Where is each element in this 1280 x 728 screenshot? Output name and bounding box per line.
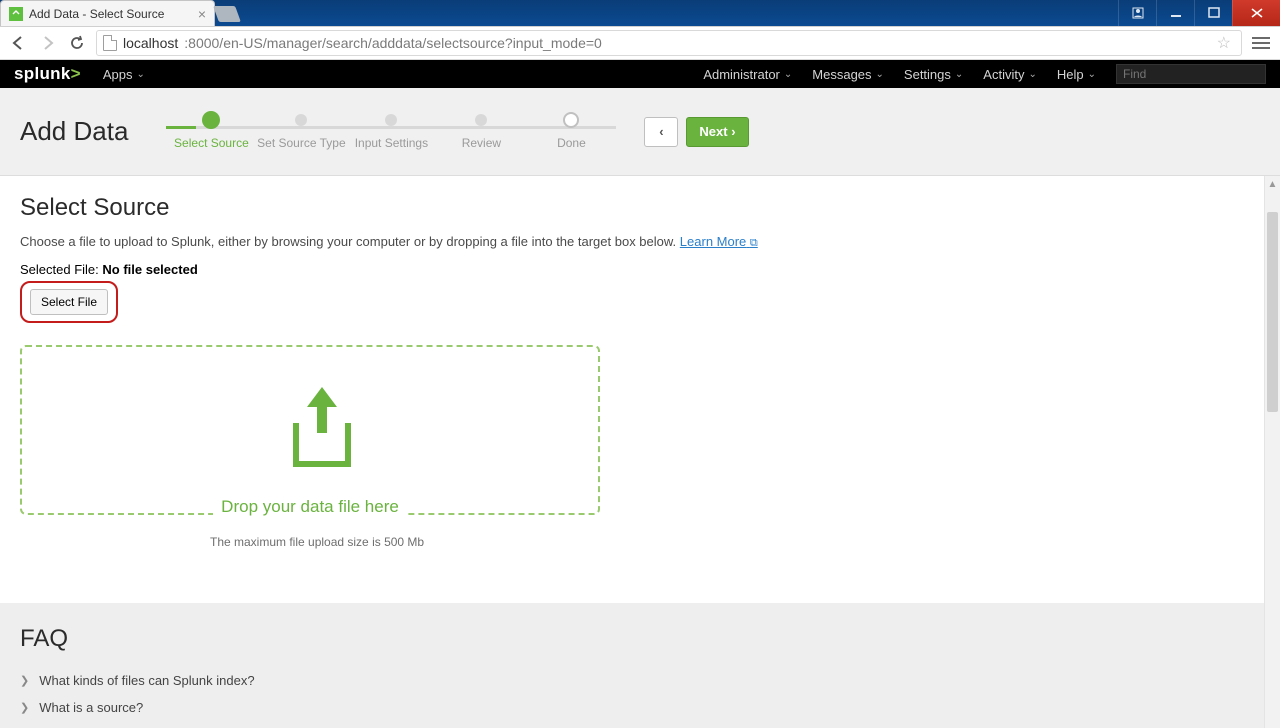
- window-maximize-button[interactable]: [1194, 0, 1232, 26]
- drop-text: Drop your data file here: [213, 497, 407, 523]
- brand-logo[interactable]: splunk>: [14, 64, 81, 84]
- tab-title: Add Data - Select Source: [29, 7, 164, 21]
- faq-item[interactable]: ❯What is a source?: [20, 694, 1244, 721]
- faq-section: FAQ ❯What kinds of files can Splunk inde…: [0, 603, 1264, 728]
- nav-help[interactable]: Help⌄: [1057, 67, 1096, 82]
- scroll-thumb[interactable]: [1267, 212, 1278, 412]
- step-done: Done: [526, 114, 616, 150]
- tab-close-icon[interactable]: ×: [198, 7, 206, 21]
- page-icon: [103, 35, 117, 51]
- file-drop-zone[interactable]: Drop your data file here: [20, 345, 600, 515]
- browser-menu-button[interactable]: [1252, 37, 1270, 49]
- chevron-right-icon: ❯: [20, 701, 29, 714]
- url-host: localhost: [123, 35, 178, 51]
- back-button[interactable]: [6, 31, 30, 55]
- find-input[interactable]: [1116, 64, 1266, 84]
- step-review: Review: [436, 114, 526, 150]
- window-close-button[interactable]: [1232, 0, 1280, 26]
- browser-toolbar: localhost :8000/en-US/manager/search/addd…: [0, 26, 1280, 60]
- wizard-header: Add Data Select Source Set Source Type I…: [0, 88, 1280, 176]
- faq-item[interactable]: ❯How do I get remote data onto my Splunk…: [20, 721, 1244, 728]
- window-user-icon[interactable]: [1118, 0, 1156, 26]
- selected-file-line: Selected File: No file selected: [20, 262, 1244, 277]
- selected-file-value: No file selected: [102, 262, 197, 277]
- nav-administrator[interactable]: Administrator⌄: [703, 67, 792, 82]
- section-heading: Select Source: [20, 194, 1244, 222]
- browser-tab[interactable]: Add Data - Select Source ×: [0, 0, 215, 26]
- faq-heading: FAQ: [20, 625, 1244, 653]
- upload-icon: [287, 387, 357, 476]
- faq-item[interactable]: ❯What kinds of files can Splunk index?: [20, 667, 1244, 694]
- reload-button[interactable]: [66, 31, 90, 55]
- step-select-source: Select Source: [166, 114, 256, 150]
- select-file-button[interactable]: Select File: [30, 289, 108, 315]
- page-title: Add Data: [20, 116, 138, 147]
- url-path: :8000/en-US/manager/search/adddata/selec…: [184, 35, 602, 51]
- section-description: Choose a file to upload to Splunk, eithe…: [20, 234, 1244, 250]
- highlight-annotation: Select File: [20, 281, 118, 323]
- chevron-right-icon: ❯: [20, 674, 29, 687]
- window-minimize-button[interactable]: [1156, 0, 1194, 26]
- step-indicator: Select Source Set Source Type Input Sett…: [166, 114, 616, 150]
- scrollbar[interactable]: ▲: [1264, 176, 1280, 728]
- splunk-topbar: splunk> Apps⌄ Administrator⌄ Messages⌄ S…: [0, 60, 1280, 88]
- wizard-back-button[interactable]: ‹: [644, 117, 678, 147]
- nav-settings[interactable]: Settings⌄: [904, 67, 963, 82]
- step-set-source-type: Set Source Type: [256, 114, 346, 150]
- upload-limit-text: The maximum file upload size is 500 Mb: [210, 535, 1244, 549]
- favicon-icon: [9, 7, 23, 21]
- url-field[interactable]: localhost :8000/en-US/manager/search/addd…: [96, 30, 1242, 56]
- main-content: Select Source Choose a file to upload to…: [0, 176, 1264, 728]
- learn-more-link[interactable]: Learn More ⧉: [680, 234, 758, 249]
- forward-button[interactable]: [36, 31, 60, 55]
- scroll-up-icon[interactable]: ▲: [1265, 176, 1280, 192]
- external-link-icon: ⧉: [750, 237, 758, 249]
- bookmark-star-icon[interactable]: ☆: [1217, 33, 1231, 53]
- nav-activity[interactable]: Activity⌄: [983, 67, 1037, 82]
- step-input-settings: Input Settings: [346, 114, 436, 150]
- apps-menu[interactable]: Apps⌄: [103, 67, 145, 82]
- wizard-next-button[interactable]: Next ›: [686, 117, 748, 147]
- nav-messages[interactable]: Messages⌄: [812, 67, 884, 82]
